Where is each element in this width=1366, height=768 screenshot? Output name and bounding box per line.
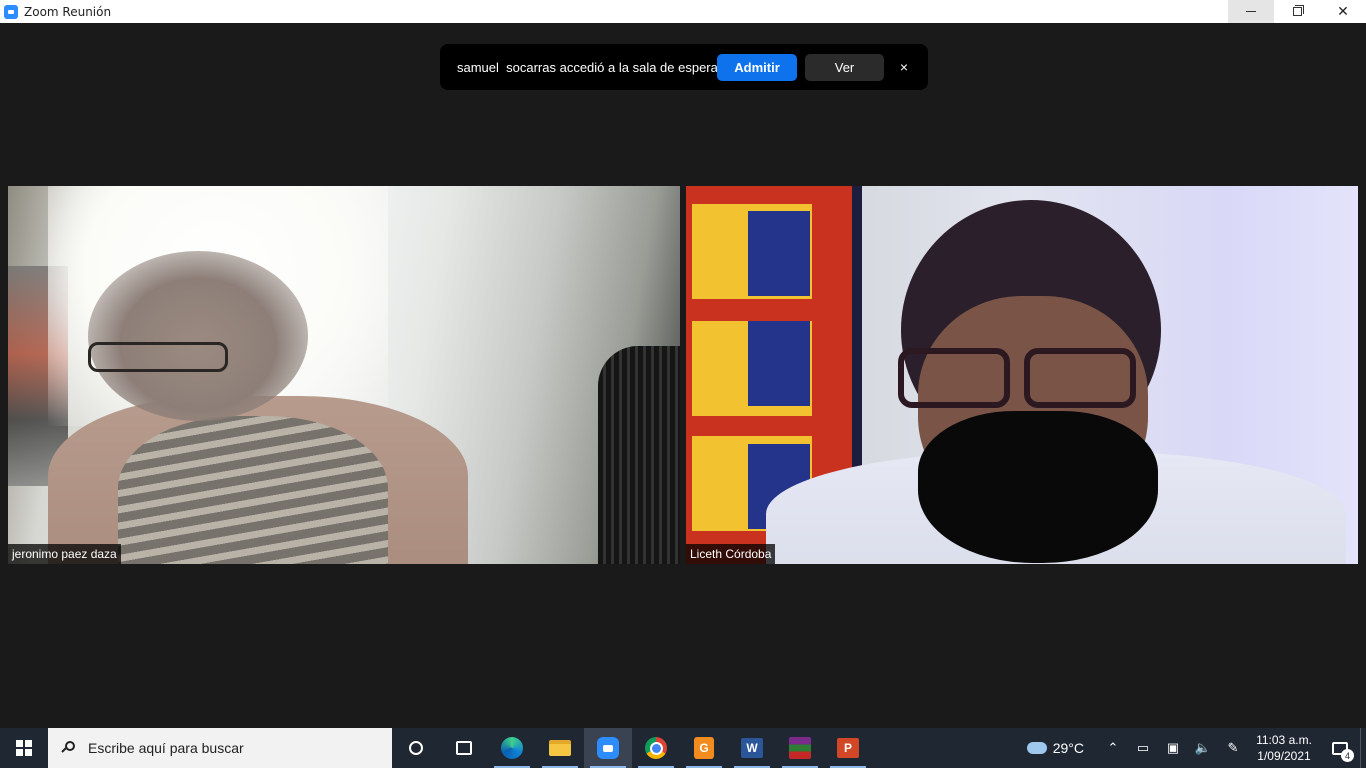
start-button[interactable] [0,728,48,768]
task-view-icon [456,741,472,755]
dismiss-notification-button[interactable]: × [895,56,913,78]
admit-button[interactable]: Admitir [717,54,797,81]
participant-glasses [898,348,1140,412]
face-mask [918,411,1158,563]
window-controls: ✕ [1228,0,1366,23]
cortana-button[interactable] [392,728,440,768]
temperature-label: 29°C [1052,740,1084,756]
show-hidden-icons-button[interactable]: ⌃ [1098,728,1128,768]
participant-glasses [88,342,228,372]
weather-widget[interactable]: 29°C [1026,740,1084,756]
taskbar-search-box[interactable]: Escribe aquí para buscar [48,728,392,768]
network-button[interactable]: ▣ [1158,728,1188,768]
edge-taskbar-button[interactable] [488,728,536,768]
edge-icon [501,737,523,759]
view-button[interactable]: Ver [805,54,884,81]
close-window-button[interactable]: ✕ [1320,0,1366,23]
minimize-button[interactable] [1228,0,1274,23]
zoom-icon [597,737,619,759]
winrar-icon [789,737,811,759]
winrar-taskbar-button[interactable] [776,728,824,768]
minimize-icon [1246,11,1256,12]
glasses-lens [898,348,1010,408]
clock-time: 11:03 a.m. [1256,733,1312,747]
participant-name-label: Liceth Córdoba [686,544,776,564]
notification-count-badge: 4 [1341,749,1354,762]
clock-date: 1/09/2021 [1257,749,1311,763]
powerpoint-icon: P [837,738,859,758]
participant-name-label: jeronimo paez daza [8,544,121,564]
zoom-app-icon [4,4,18,19]
window-title: Zoom Reunión [24,4,112,19]
striped-top [118,416,388,564]
network-icon: ▣ [1166,740,1180,755]
poster-block [748,211,810,296]
windows-logo-icon [16,740,32,756]
action-center-button[interactable]: 4 [1320,728,1360,768]
taskbar: Escribe aquí para buscar G W P 29°C ⌃ ▭ … [0,728,1366,768]
pdf-app-taskbar-button[interactable]: G [680,728,728,768]
video-tile-participant-1[interactable]: jeronimo paez daza [8,186,680,564]
word-taskbar-button[interactable]: W [728,728,776,768]
task-view-button[interactable] [440,728,488,768]
search-icon [62,741,76,755]
fan [598,346,680,564]
poster-block [748,321,810,406]
show-desktop-button[interactable] [1360,728,1366,768]
zoom-taskbar-button[interactable] [584,728,632,768]
video-tile-participant-2[interactable]: Liceth Córdoba [686,186,1358,564]
clock[interactable]: 11:03 a.m. 1/09/2021 [1248,728,1320,768]
waiting-room-message: samuel socarras accedió a la sala de esp… [457,59,718,75]
restore-button[interactable] [1274,0,1320,23]
waiting-room-notification: samuel socarras accedió a la sala de esp… [440,44,928,90]
close-icon: ✕ [1337,3,1349,19]
pen-workspace-button[interactable]: ✎ [1218,728,1248,768]
chrome-icon [645,737,667,759]
participant-head [88,251,308,421]
pen-icon: ✎ [1227,740,1239,755]
system-tray: 29°C ⌃ ▭ ▣ 🔈 ✎ 11:03 a.m. 1/09/2021 4 [1026,728,1366,768]
word-icon: W [741,738,763,758]
file-explorer-icon [549,740,571,756]
file-explorer-taskbar-button[interactable] [536,728,584,768]
chevron-up-icon: ⌃ [1107,740,1119,755]
volume-button[interactable]: 🔈 [1188,728,1218,768]
restore-icon [1292,5,1304,16]
pdf-app-icon: G [694,737,714,759]
speaker-icon: 🔈 [1194,740,1212,755]
cortana-icon [409,741,423,755]
battery-button[interactable]: ▭ [1128,728,1158,768]
chrome-taskbar-button[interactable] [632,728,680,768]
battery-icon: ▭ [1136,740,1150,755]
search-placeholder: Escribe aquí para buscar [88,740,244,756]
cloud-icon [1026,742,1047,754]
powerpoint-taskbar-button[interactable]: P [824,728,872,768]
glasses-lens [1024,348,1136,408]
title-bar: Zoom Reunión ✕ [0,0,1366,23]
